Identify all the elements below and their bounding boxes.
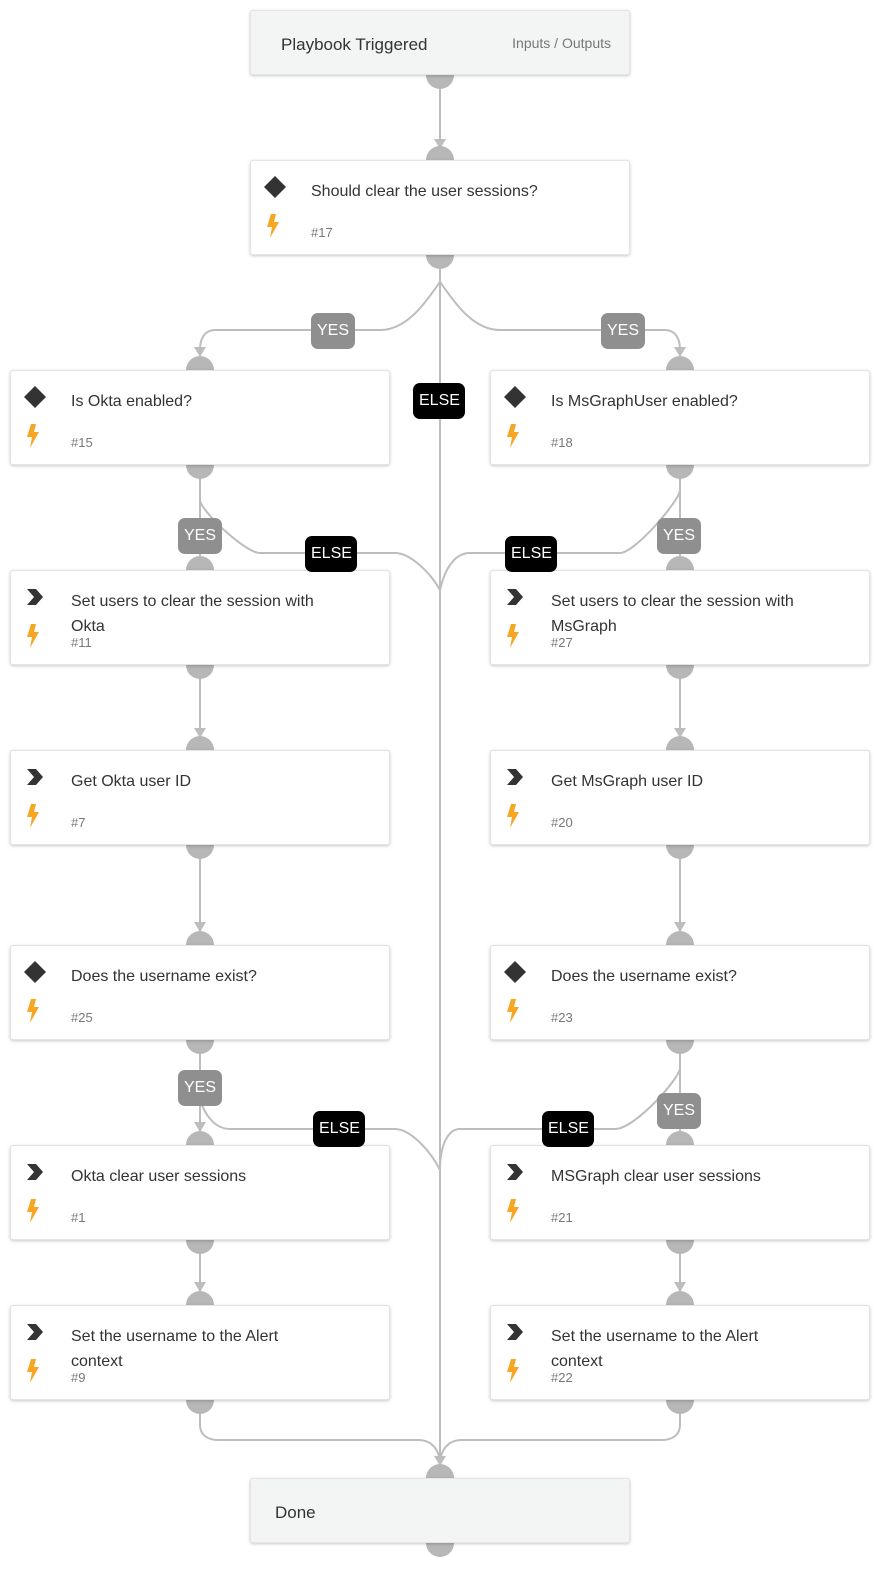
task-node-20[interactable]: Get MsGraph user ID #20 [490, 750, 870, 845]
lightning-bolt-icon [507, 804, 519, 828]
task-id: #1 [71, 1210, 86, 1225]
condition-diamond-icon [24, 386, 46, 408]
yes-badge-23-to-21[interactable]: YES [657, 1093, 701, 1129]
yes-badge-17-to-18[interactable]: YES [601, 313, 645, 349]
lightning-bolt-icon [27, 424, 39, 448]
condition-diamond-icon [264, 176, 286, 198]
yes-badge-17-to-15[interactable]: YES [311, 313, 355, 349]
node-title: Get MsGraph user ID [551, 773, 704, 790]
task-id: #22 [551, 1370, 573, 1385]
condition-node-17[interactable]: Should clear the user sessions? #17 [250, 160, 630, 255]
node-title: Is Okta enabled? [71, 393, 192, 410]
arrowhead [194, 922, 206, 932]
lightning-bolt-icon [507, 1199, 519, 1223]
lightning-bolt-icon [27, 1359, 39, 1383]
node-title: Get Okta user ID [71, 773, 192, 790]
task-id: #11 [71, 635, 92, 650]
lightning-bolt-icon [507, 1359, 519, 1383]
node-title: Does the username exist? [551, 968, 737, 985]
node-title: Done [275, 1503, 316, 1522]
node-title: Set users to clear the session with MsGr… [551, 593, 794, 635]
chevron-right-icon [27, 1164, 43, 1180]
arrowhead [674, 347, 686, 357]
chevron-right-icon [507, 769, 523, 785]
lightning-bolt-icon [507, 624, 519, 648]
task-node-11[interactable]: Set users to clear the session with Okta… [10, 570, 390, 665]
node-title: MSGraph clear user sessions [551, 1168, 761, 1185]
chevron-right-icon [27, 589, 43, 605]
chevron-right-icon [507, 1164, 523, 1180]
edge-22-to-done [439, 1410, 681, 1466]
condition-node-23[interactable]: Does the username exist? #23 [490, 945, 870, 1040]
node-title: Playbook Triggered [281, 35, 428, 54]
arrowhead [674, 922, 686, 932]
condition-diamond-icon [504, 961, 526, 983]
chevron-right-icon [27, 769, 43, 785]
node-title: Is MsGraphUser enabled? [551, 393, 738, 410]
task-node-21[interactable]: MSGraph clear user sessions #21 [490, 1145, 870, 1240]
inputs-outputs-link[interactable]: Inputs / Outputs [512, 35, 611, 51]
else-badge-18[interactable]: ELSE [505, 536, 557, 572]
lightning-bolt-icon [27, 624, 39, 648]
lightning-bolt-icon [507, 999, 519, 1023]
condition-diamond-icon [24, 961, 46, 983]
yes-badge-25-to-1[interactable]: YES [178, 1070, 222, 1106]
node-title: Does the username exist? [71, 968, 257, 985]
else-badge-23[interactable]: ELSE [542, 1111, 594, 1147]
done-node[interactable]: Done [250, 1478, 630, 1543]
lightning-bolt-icon [27, 804, 39, 828]
task-node-1[interactable]: Okta clear user sessions #1 [10, 1145, 390, 1240]
else-badge-25[interactable]: ELSE [313, 1111, 365, 1147]
arrowhead [194, 1122, 206, 1132]
node-title: Okta clear user sessions [71, 1168, 247, 1185]
task-id: #9 [71, 1370, 86, 1385]
playbook-triggered-node[interactable]: Playbook Triggered Inputs / Outputs [250, 10, 630, 75]
arrowhead [194, 1282, 206, 1292]
task-id: #27 [551, 635, 573, 650]
arrowhead [674, 1282, 686, 1292]
task-id: #15 [71, 435, 93, 450]
task-id: #23 [551, 1010, 573, 1025]
task-id: #20 [551, 815, 573, 830]
yes-badge-18-to-27[interactable]: YES [657, 518, 701, 554]
node-title: Set the username to the Alert context [551, 1328, 759, 1370]
else-badge-15[interactable]: ELSE [305, 536, 357, 572]
condition-node-25[interactable]: Does the username exist? #25 [10, 945, 390, 1040]
chevron-right-icon [507, 1324, 523, 1340]
edge-9-to-done [199, 1410, 441, 1466]
yes-badge-15-to-11[interactable]: YES [178, 518, 222, 554]
task-node-9[interactable]: Set the username to the Alert context #9 [10, 1305, 390, 1400]
task-id: #25 [71, 1010, 93, 1025]
task-id: #7 [71, 815, 86, 830]
task-node-22[interactable]: Set the username to the Alert context #2… [490, 1305, 870, 1400]
lightning-bolt-icon [267, 214, 279, 238]
task-id: #18 [551, 435, 573, 450]
node-title: Set users to clear the session with Okta [71, 593, 314, 635]
task-id: #21 [551, 1210, 573, 1225]
task-node-7[interactable]: Get Okta user ID #7 [10, 750, 390, 845]
else-badge-17[interactable]: ELSE [413, 383, 465, 419]
condition-diamond-icon [504, 386, 526, 408]
task-id: #17 [311, 225, 333, 240]
lightning-bolt-icon [27, 1199, 39, 1223]
chevron-right-icon [507, 589, 523, 605]
arrowhead [194, 347, 206, 357]
node-title: Set the username to the Alert context [71, 1328, 279, 1370]
chevron-right-icon [27, 1324, 43, 1340]
lightning-bolt-icon [507, 424, 519, 448]
condition-node-15[interactable]: Is Okta enabled? #15 [10, 370, 390, 465]
node-title: Should clear the user sessions? [311, 183, 538, 200]
condition-node-18[interactable]: Is MsGraphUser enabled? #18 [490, 370, 870, 465]
task-node-27[interactable]: Set users to clear the session with MsGr… [490, 570, 870, 665]
lightning-bolt-icon [27, 999, 39, 1023]
